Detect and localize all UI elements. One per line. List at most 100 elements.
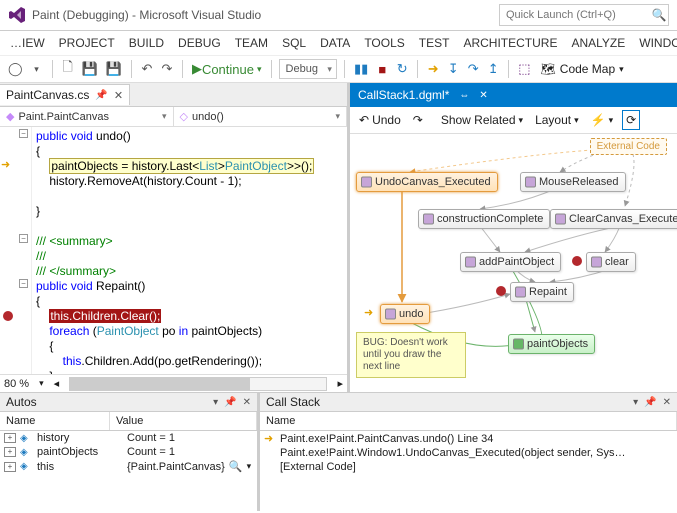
code-area[interactable]: − ➜ − − public void undo() { paintObject… (0, 127, 347, 374)
h-scrollbar[interactable] (69, 377, 327, 391)
fold-icon[interactable]: − (19, 234, 28, 243)
save-all-icon[interactable]: 💾 (104, 59, 124, 79)
fold-icon[interactable]: − (19, 129, 28, 138)
scroll-left-icon[interactable]: ◂ (54, 377, 60, 390)
redo-icon[interactable]: ↷ (410, 111, 426, 129)
menu-project[interactable]: PROJECT (53, 33, 121, 53)
var-value: Count = 1 (127, 432, 253, 444)
filter-icon[interactable]: ⚡▾ (588, 111, 616, 129)
fold-icon[interactable]: − (19, 279, 28, 288)
node-undo[interactable]: undo (380, 304, 430, 324)
dgml-canvas[interactable]: External Code UndoCanvas_Executed MouseR… (350, 134, 677, 392)
redo-icon[interactable]: ↷ (159, 59, 175, 79)
close-icon[interactable]: ✕ (114, 89, 123, 102)
pin-icon[interactable]: 📌 (644, 397, 656, 408)
stop-icon[interactable]: ■ (374, 59, 390, 79)
chevron-down-icon[interactable]: ▾ (29, 59, 45, 79)
magnify-icon[interactable]: 🔍 (229, 460, 243, 473)
expand-icon[interactable]: + (4, 462, 16, 472)
expand-icon[interactable]: + (4, 433, 16, 443)
menu-analyze[interactable]: ANALYZE (565, 33, 631, 53)
code-text[interactable]: public void undo() { paintObjects = hist… (36, 129, 347, 374)
autos-row[interactable]: +◈this{Paint.PaintCanvas} 🔍 ▾ (0, 459, 257, 474)
callstack-row[interactable]: ➜Paint.exe!Paint.PaintCanvas.undo() Line… (260, 431, 677, 446)
tab-callstack-dgml[interactable]: CallStack1.dgml* ⇔ ✕ (350, 85, 496, 105)
pin-icon[interactable]: 📌 (224, 397, 236, 408)
menu-sql[interactable]: SQL (276, 33, 312, 53)
undo-button[interactable]: ↶ Undo (356, 111, 404, 129)
restart-icon[interactable]: ↻ (394, 59, 410, 79)
node-clearcanvas[interactable]: ClearCanvas_Executed (550, 209, 677, 229)
menu-tools[interactable]: TOOLS (358, 33, 410, 53)
codemap-button[interactable]: 🗺 Code Map ▾ (537, 62, 628, 76)
undo-icon[interactable]: ↶ (139, 59, 155, 79)
node-undocanvas[interactable]: UndoCanvas_Executed (356, 172, 498, 192)
menu-window[interactable]: WINDOW (633, 33, 677, 53)
search-icon[interactable]: 🔍 (650, 8, 668, 22)
menu-team[interactable]: TEAM (229, 33, 274, 53)
menu-test[interactable]: TEST (413, 33, 456, 53)
menu-data[interactable]: DATA (314, 33, 356, 53)
bug-note[interactable]: BUG: Doesn't work until you draw the nex… (356, 332, 466, 378)
menu-bar: …IEWPROJECTBUILDDEBUGTEAMSQLDATATOOLSTES… (0, 31, 677, 55)
step-out-icon[interactable]: ↥ (485, 59, 501, 79)
layout-combo[interactable]: Layout ▾ (532, 111, 582, 129)
breakpoint-dot-icon (572, 256, 582, 266)
col-name[interactable]: Name (0, 412, 110, 430)
show-related-combo[interactable]: Show Related ▾ (438, 111, 526, 129)
step-over-icon[interactable]: ↷ (465, 59, 481, 79)
menu-architecture[interactable]: ARCHITECTURE (457, 33, 563, 53)
expand-icon[interactable]: + (4, 447, 16, 457)
crumb-method[interactable]: ◇undo() (174, 107, 348, 126)
current-line-arrow-icon: ➜ (1, 158, 10, 171)
autos-title: Autos (6, 395, 37, 409)
config-combo[interactable]: Debug (279, 59, 337, 79)
chevron-down-icon[interactable]: ▾ (247, 461, 252, 472)
refresh-icon[interactable]: ⟳ (622, 110, 640, 130)
layout-label: Layout (535, 113, 571, 127)
nav-back-icon[interactable]: ◯ (6, 59, 25, 79)
break-all-icon[interactable]: ▮▮ (352, 59, 370, 79)
node-clear[interactable]: clear (586, 252, 636, 272)
autos-panel: Autos ▾ 📌 ✕ Name Value +◈historyCount = … (0, 393, 260, 511)
close-icon[interactable]: ✕ (243, 397, 251, 408)
external-code-node[interactable]: External Code (590, 138, 667, 155)
node-addpaint[interactable]: addPaintObject (460, 252, 561, 272)
tab-paintcanvas[interactable]: PaintCanvas.cs 📌 ✕ (0, 84, 130, 105)
callstack-row[interactable]: [External Code] (260, 460, 677, 474)
menu-iew[interactable]: …IEW (4, 33, 51, 53)
node-construction[interactable]: constructionComplete (418, 209, 550, 229)
save-icon[interactable]: 💾 (80, 59, 100, 79)
menu-build[interactable]: BUILD (123, 33, 170, 53)
dropdown-icon[interactable]: ▾ (213, 397, 218, 408)
col-name[interactable]: Name (260, 412, 677, 430)
dgml-icon[interactable]: ⬚ (516, 59, 532, 79)
close-icon[interactable]: ✕ (663, 397, 671, 408)
var-name: this (37, 461, 127, 473)
close-icon[interactable]: ✕ (479, 90, 487, 101)
frame-text: Paint.exe!Paint.PaintCanvas.undo() Line … (280, 433, 493, 445)
crumb-class[interactable]: ◆Paint.PaintCanvas (0, 107, 174, 126)
node-mousereleased[interactable]: MouseReleased (520, 172, 626, 192)
autos-row[interactable]: +◈historyCount = 1 (0, 431, 257, 445)
node-paintobjects[interactable]: paintObjects (508, 334, 595, 354)
menu-debug[interactable]: DEBUG (172, 33, 227, 53)
dropdown-icon[interactable]: ▾ (633, 397, 638, 408)
current-frame-icon: ➜ (264, 432, 280, 445)
continue-button[interactable]: ▶ Continue ▾ (190, 59, 264, 79)
step-into-icon[interactable]: ↧ (445, 59, 461, 79)
col-value[interactable]: Value (110, 412, 257, 430)
show-next-icon[interactable]: ➜ (425, 59, 441, 79)
breakpoint-icon[interactable] (3, 311, 13, 321)
quick-launch[interactable]: 🔍 (499, 4, 669, 26)
new-file-icon[interactable]: 🗋 (60, 59, 76, 79)
zoom-combo[interactable]: 80 % (4, 378, 29, 390)
crumb-label: undo() (192, 111, 224, 123)
callstack-row[interactable]: Paint.exe!Paint.Window1.UndoCanvas_Execu… (260, 446, 677, 460)
scroll-right-icon[interactable]: ▸ (337, 377, 343, 390)
node-repaint[interactable]: Repaint (510, 282, 574, 302)
pin-icon[interactable]: 📌 (95, 90, 107, 101)
tab-share-icon[interactable]: ⇔ (459, 90, 469, 101)
autos-row[interactable]: +◈paintObjectsCount = 1 (0, 445, 257, 459)
search-input[interactable] (500, 7, 650, 23)
